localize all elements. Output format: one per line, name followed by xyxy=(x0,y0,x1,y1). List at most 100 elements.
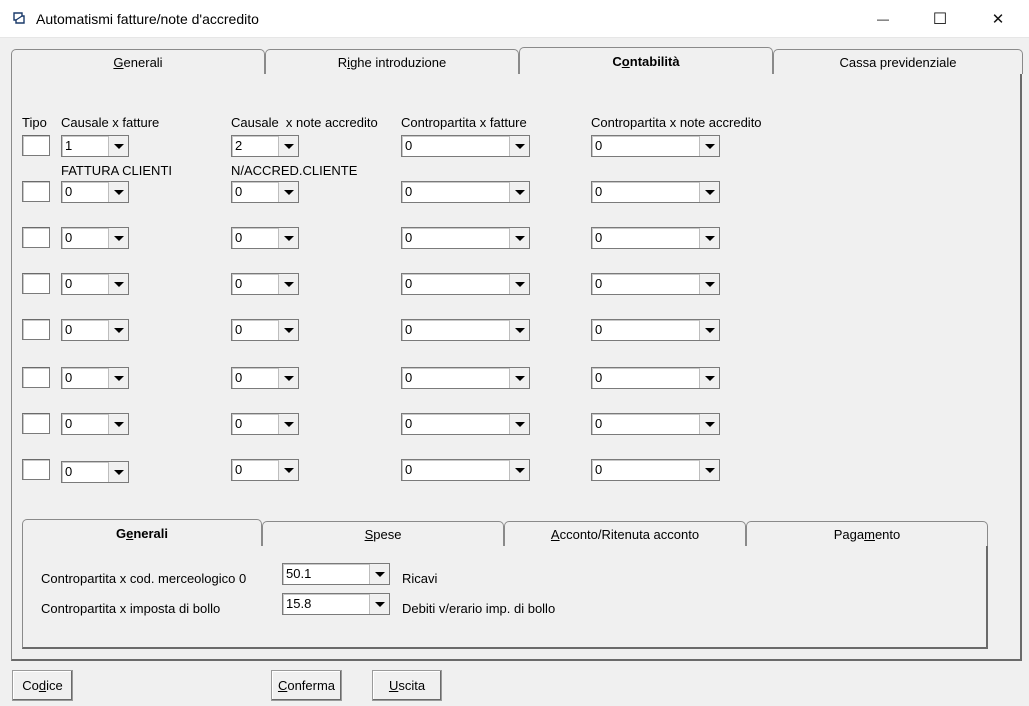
tab-cassa-previdenziale[interactable]: Cassa previdenziale xyxy=(773,49,1023,74)
tab-righe-introduzione[interactable]: Righe introduzione xyxy=(265,49,519,74)
desc-fattura-clienti: FATTURA CLIENTI xyxy=(61,163,172,178)
dropdown-arrow-icon[interactable] xyxy=(108,414,128,434)
causale-fatture-select[interactable]: 0 xyxy=(61,181,129,203)
causale-note-select[interactable]: 0 xyxy=(231,413,299,435)
causale-note-select[interactable]: 2 xyxy=(231,135,299,157)
contropartita-fatture-select[interactable]: 0 xyxy=(401,227,530,249)
select-value: 0 xyxy=(235,230,243,245)
tab-generali[interactable]: Generali xyxy=(11,49,265,74)
tab-label: Pagamento xyxy=(833,526,901,542)
dropdown-arrow-icon[interactable] xyxy=(509,274,529,294)
dropdown-arrow-icon[interactable] xyxy=(699,274,719,294)
dropdown-arrow-icon[interactable] xyxy=(699,414,719,434)
contropartita-note-select[interactable]: 0 xyxy=(591,227,720,249)
tab-contabilita[interactable]: Contabilità xyxy=(519,47,773,74)
tab-label: Spese xyxy=(364,526,402,542)
contropartita-note-select[interactable]: 0 xyxy=(591,367,720,389)
contropartita-bollo-select[interactable]: 15.8 xyxy=(282,593,390,615)
dropdown-arrow-icon[interactable] xyxy=(509,368,529,388)
causale-fatture-select[interactable]: 0 xyxy=(61,367,129,389)
contropartita-fatture-select[interactable]: 0 xyxy=(401,459,530,481)
dropdown-arrow-icon[interactable] xyxy=(108,274,128,294)
tab-label: Righe introduzione xyxy=(337,54,447,70)
dropdown-arrow-icon[interactable] xyxy=(108,462,128,482)
dropdown-arrow-icon[interactable] xyxy=(509,414,529,434)
maximize-button[interactable]: ☐ xyxy=(917,4,963,34)
tipo-input[interactable] xyxy=(22,413,50,434)
contropartita-note-select[interactable]: 0 xyxy=(591,181,720,203)
dropdown-arrow-icon[interactable] xyxy=(699,182,719,202)
dropdown-arrow-icon[interactable] xyxy=(108,320,128,340)
contropartita-fatture-select[interactable]: 0 xyxy=(401,273,530,295)
dropdown-arrow-icon[interactable] xyxy=(278,414,298,434)
dropdown-arrow-icon[interactable] xyxy=(369,564,389,584)
dropdown-arrow-icon[interactable] xyxy=(278,136,298,156)
contropartita-fatture-select[interactable]: 0 xyxy=(401,135,530,157)
select-value: 0 xyxy=(405,416,413,431)
tipo-input[interactable] xyxy=(22,367,50,388)
causale-note-select[interactable]: 0 xyxy=(231,181,299,203)
contropartita-note-select[interactable]: 0 xyxy=(591,413,720,435)
dropdown-arrow-icon[interactable] xyxy=(108,228,128,248)
dropdown-arrow-icon[interactable] xyxy=(699,136,719,156)
dropdown-arrow-icon[interactable] xyxy=(509,460,529,480)
causale-note-select[interactable]: 0 xyxy=(231,367,299,389)
contropartita-note-select[interactable]: 0 xyxy=(591,459,720,481)
uscita-button[interactable]: Uscita xyxy=(372,670,442,701)
dropdown-arrow-icon[interactable] xyxy=(699,320,719,340)
inner-tab-generali[interactable]: Generali xyxy=(22,519,262,546)
tipo-input[interactable] xyxy=(22,459,50,480)
dropdown-arrow-icon[interactable] xyxy=(108,136,128,156)
causale-fatture-select[interactable]: 1 xyxy=(61,135,129,157)
minimize-button[interactable]: — xyxy=(860,4,906,34)
contropartita-merceologico-select[interactable]: 50.1 xyxy=(282,563,390,585)
contropartita-note-select[interactable]: 0 xyxy=(591,273,720,295)
contropartita-note-select[interactable]: 0 xyxy=(591,135,720,157)
conferma-button[interactable]: Conferma xyxy=(271,670,342,701)
causale-fatture-select[interactable]: 0 xyxy=(61,273,129,295)
dropdown-arrow-icon[interactable] xyxy=(278,274,298,294)
select-value: 0 xyxy=(235,370,243,385)
contropartita-fatture-select[interactable]: 0 xyxy=(401,367,530,389)
causale-note-select[interactable]: 0 xyxy=(231,459,299,481)
inner-tab-acconto-ritenuta[interactable]: Acconto/Ritenuta acconto xyxy=(504,521,746,546)
causale-fatture-select[interactable]: 0 xyxy=(61,319,129,341)
dropdown-arrow-icon[interactable] xyxy=(108,182,128,202)
dropdown-arrow-icon[interactable] xyxy=(699,460,719,480)
inner-tab-spese[interactable]: Spese xyxy=(262,521,504,546)
contropartita-fatture-select[interactable]: 0 xyxy=(401,413,530,435)
dropdown-arrow-icon[interactable] xyxy=(278,460,298,480)
contropartita-fatture-select[interactable]: 0 xyxy=(401,319,530,341)
causale-fatture-select[interactable]: 0 xyxy=(61,227,129,249)
select-value: 0 xyxy=(405,184,413,199)
dropdown-arrow-icon[interactable] xyxy=(509,228,529,248)
dropdown-arrow-icon[interactable] xyxy=(509,136,529,156)
tipo-input[interactable] xyxy=(22,135,50,156)
dropdown-arrow-icon[interactable] xyxy=(369,594,389,614)
select-value[interactable]: 50.1 xyxy=(283,564,369,584)
dropdown-arrow-icon[interactable] xyxy=(699,368,719,388)
contropartita-note-select[interactable]: 0 xyxy=(591,319,720,341)
dropdown-arrow-icon[interactable] xyxy=(278,368,298,388)
codice-button[interactable]: Codice xyxy=(12,670,73,701)
causale-note-select[interactable]: 0 xyxy=(231,319,299,341)
dropdown-arrow-icon[interactable] xyxy=(108,368,128,388)
dropdown-arrow-icon[interactable] xyxy=(278,182,298,202)
causale-note-select[interactable]: 0 xyxy=(231,273,299,295)
dropdown-arrow-icon[interactable] xyxy=(278,320,298,340)
contropartita-fatture-select[interactable]: 0 xyxy=(401,181,530,203)
dropdown-arrow-icon[interactable] xyxy=(699,228,719,248)
dropdown-arrow-icon[interactable] xyxy=(509,182,529,202)
dropdown-arrow-icon[interactable] xyxy=(509,320,529,340)
tipo-input[interactable] xyxy=(22,181,50,202)
close-button[interactable]: ✕ xyxy=(975,4,1021,34)
causale-note-select[interactable]: 0 xyxy=(231,227,299,249)
dropdown-arrow-icon[interactable] xyxy=(278,228,298,248)
causale-fatture-select[interactable]: 0 xyxy=(61,413,129,435)
tipo-input[interactable] xyxy=(22,273,50,294)
select-value: 0 xyxy=(405,138,413,153)
tipo-input[interactable] xyxy=(22,319,50,340)
inner-tab-pagamento[interactable]: Pagamento xyxy=(746,521,988,546)
tipo-input[interactable] xyxy=(22,227,50,248)
causale-fatture-select[interactable]: 0 xyxy=(61,461,129,483)
